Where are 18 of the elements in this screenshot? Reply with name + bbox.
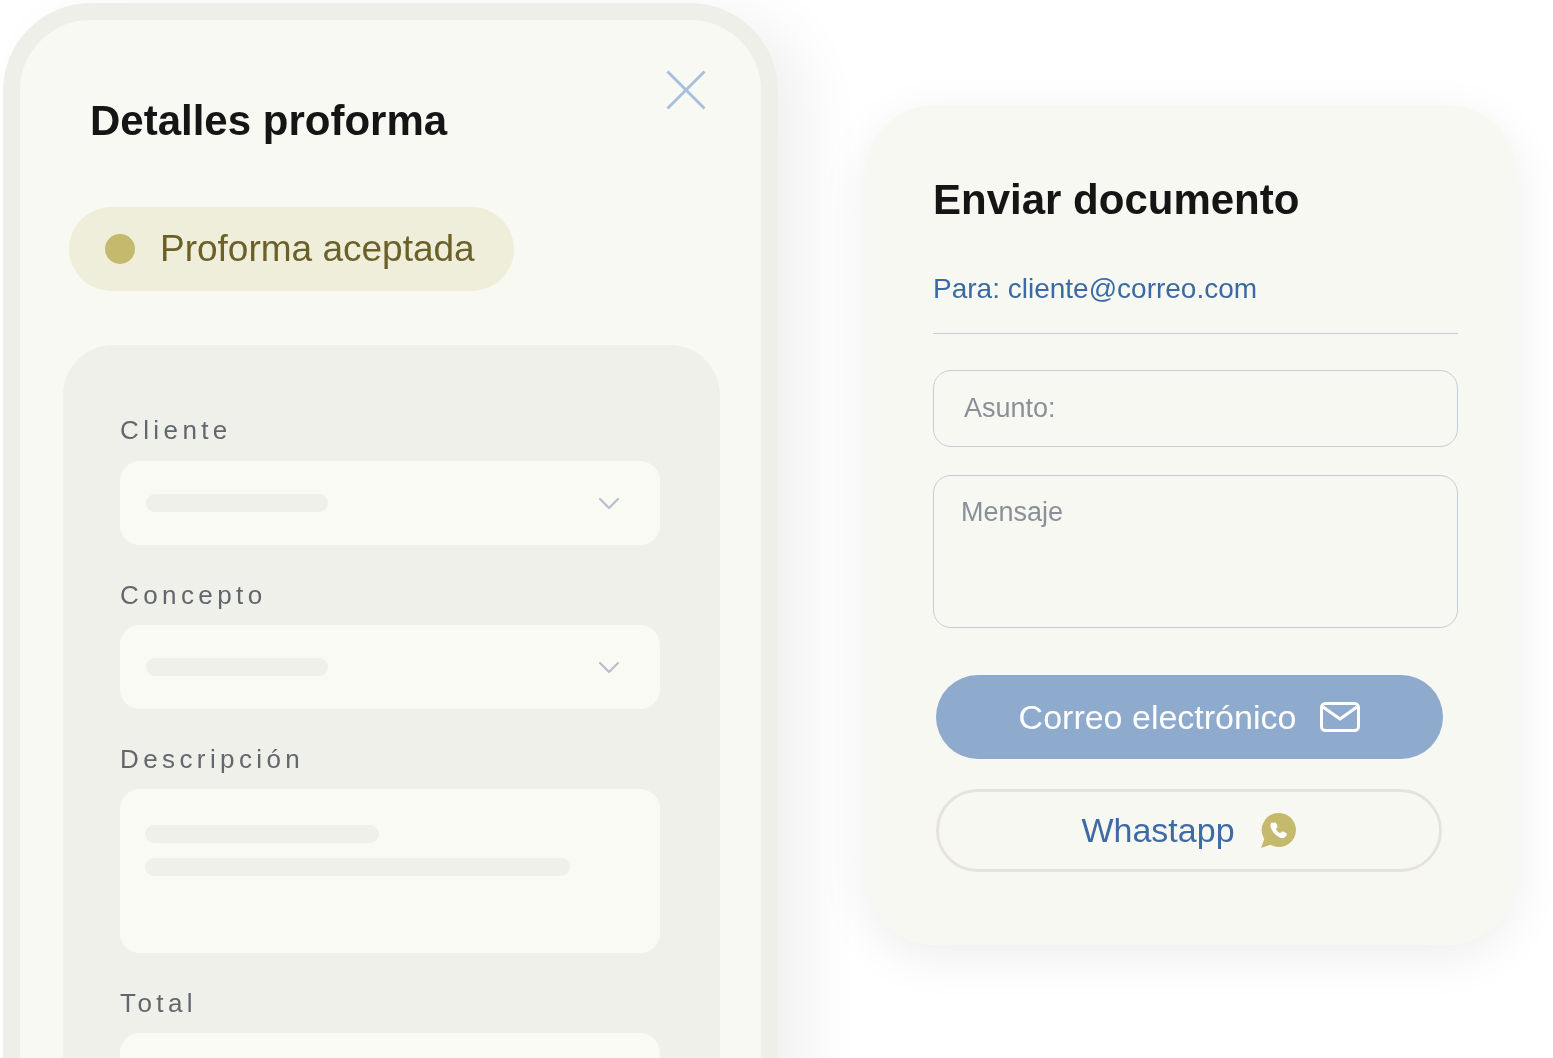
field-label: Concepto — [120, 580, 267, 610]
field-label: Descripción — [120, 744, 305, 774]
message-field[interactable]: Mensaje — [933, 475, 1458, 628]
field-label: Cliente — [120, 415, 232, 445]
dropdown-field[interactable] — [120, 625, 660, 709]
field-label: Total — [120, 988, 197, 1018]
recipient-text: Para: cliente@correo.com — [933, 273, 1258, 305]
dropdown-field[interactable] — [120, 461, 660, 545]
envelope-icon — [1320, 702, 1361, 732]
whatsapp-button[interactable]: Whastapp — [936, 789, 1442, 872]
chevron-down-icon — [598, 660, 620, 674]
close-icon[interactable] — [666, 70, 706, 110]
card-title: Enviar documento — [933, 176, 1300, 224]
status-label: Proforma aceptada — [160, 227, 475, 271]
phone-bubble-icon — [1258, 811, 1297, 850]
panel-title: Detalles proforma — [90, 97, 448, 145]
chevron-down-icon — [598, 496, 620, 510]
subject-field[interactable]: Asunto: — [933, 370, 1458, 447]
